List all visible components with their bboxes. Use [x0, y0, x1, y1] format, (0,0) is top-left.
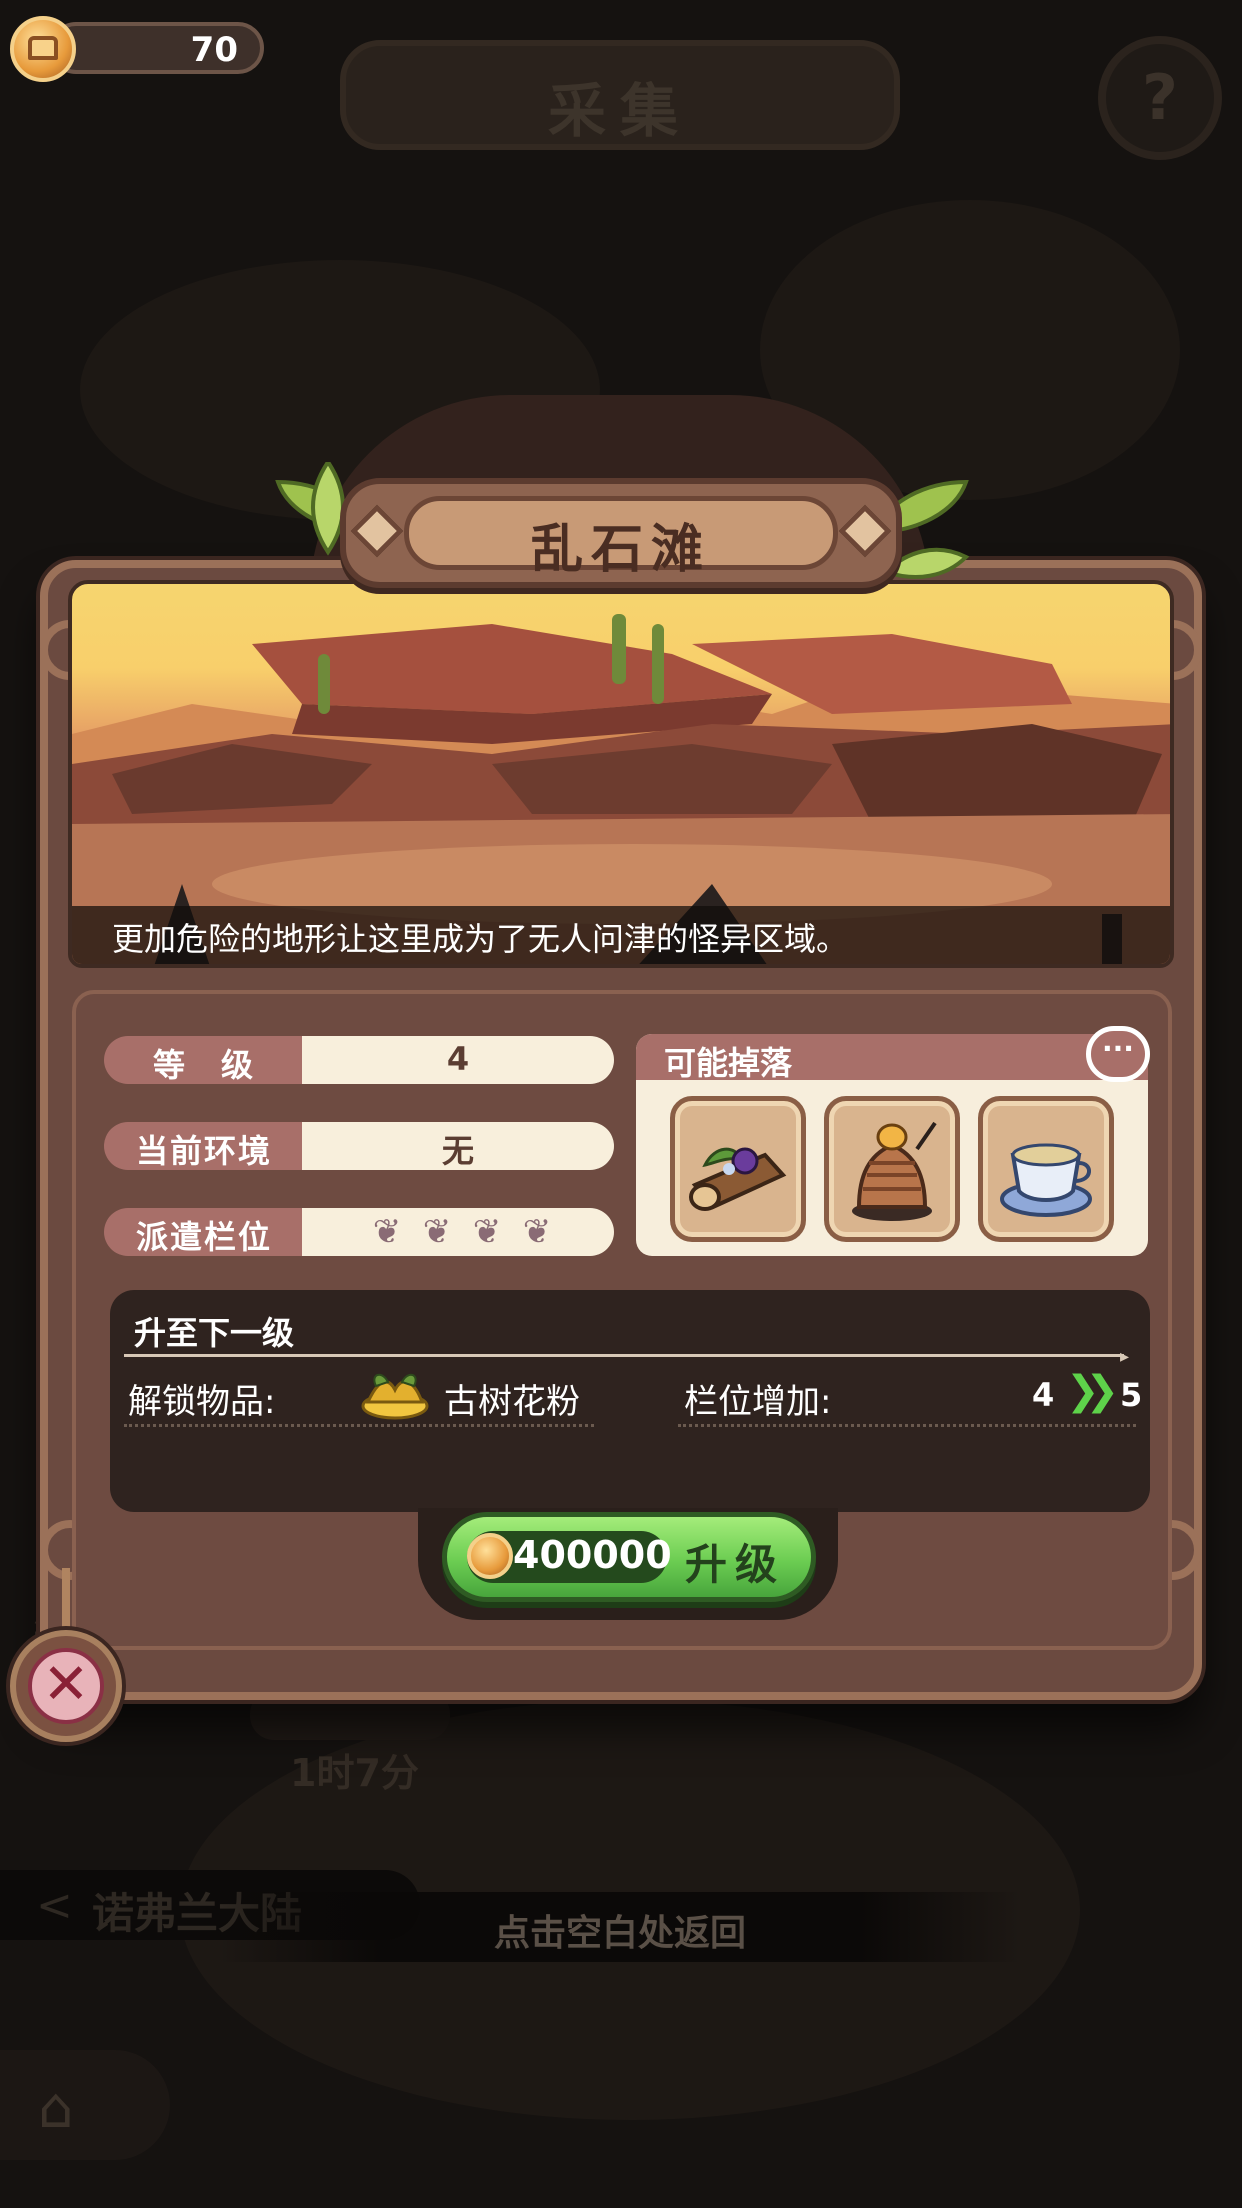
diamond-icon: [838, 504, 892, 558]
wing-icon: ❦: [522, 1212, 552, 1252]
bg-home-icon: ⌂: [38, 2076, 74, 2141]
coin-icon: [467, 1533, 513, 1579]
currency-bar: 70: [50, 22, 264, 74]
stat-value: 无: [441, 1132, 474, 1170]
location-illustration: 更加危险的地形让这里成为了无人问津的怪异区域。: [68, 580, 1174, 968]
possible-drops-box: 可能掉落: [636, 1034, 1148, 1256]
bg-timer: 1时7分: [290, 1751, 419, 1795]
possible-drops-title: 可能掉落: [664, 1044, 793, 1082]
slot-to-value: 5: [1120, 1376, 1143, 1414]
upgrade-cost: 400000: [467, 1531, 672, 1583]
currency-value: 70: [190, 30, 238, 70]
bg-screen-title: 采集: [547, 77, 692, 145]
coin-icon: [10, 16, 76, 82]
stat-label: 派遣栏位: [135, 1218, 272, 1256]
stat-value: 4: [446, 1040, 470, 1078]
divider: [124, 1354, 1124, 1357]
close-icon: ✕: [28, 1648, 104, 1724]
wing-icon: ❦: [472, 1212, 502, 1252]
drop-item[interactable]: [824, 1096, 960, 1242]
location-title: 乱石滩: [530, 520, 711, 580]
upgrade-cost-value: 400000: [513, 1533, 672, 1577]
location-description: 更加危险的地形让这里成为了无人问津的怪异区域。: [112, 920, 849, 958]
bg-title-plate: 采集: [340, 40, 900, 150]
stat-row-environment: 当前环境 无: [104, 1122, 614, 1170]
unlock-item-name: 古树花粉: [444, 1382, 580, 1422]
log-with-berries-icon: [689, 1147, 787, 1211]
upgrade-title: 升至下一级: [134, 1314, 295, 1352]
upgrade-button[interactable]: 400000 升级: [442, 1512, 816, 1602]
stat-label: 等 级: [152, 1046, 255, 1084]
ancient-tree-pollen-icon[interactable]: [358, 1366, 432, 1422]
dotted-divider: [678, 1424, 1136, 1427]
dismiss-hint: 点击空白处返回: [493, 1913, 746, 1954]
description-bar: 更加危险的地形让这里成为了无人问津的怪异区域。: [72, 906, 1170, 964]
slot-from-value: 4: [1032, 1376, 1055, 1414]
tea-cup-icon: [1000, 1143, 1092, 1217]
diamond-icon: [350, 504, 404, 558]
drop-item[interactable]: [978, 1096, 1114, 1242]
divider-arrow-icon: ▸: [1120, 1346, 1130, 1367]
unlock-items-label: 解锁物品:: [128, 1382, 276, 1422]
bg-home-button: [0, 2050, 170, 2160]
stat-label: 当前环境: [135, 1132, 272, 1170]
bg-back-arrow-icon: <: [36, 1880, 73, 1931]
slot-increase-label: 栏位增加:: [684, 1382, 832, 1422]
chestnut-cake-icon: [852, 1121, 937, 1221]
dotted-divider: [124, 1424, 594, 1427]
upgrade-info-box: 升至下一级 ▸ 解锁物品: 古树花粉 栏位增加: 4 ❯❯ 5: [110, 1290, 1150, 1512]
close-rope: [62, 1568, 70, 1638]
double-chevron-right-icon: ❯❯: [1066, 1368, 1119, 1414]
close-button[interactable]: ✕: [10, 1630, 122, 1742]
dispatch-slot-icons: ❦ ❦ ❦ ❦: [366, 1214, 558, 1250]
drop-item[interactable]: [670, 1096, 806, 1242]
more-drops-button[interactable]: ···: [1086, 1026, 1150, 1082]
location-title-plate: 乱石滩: [340, 478, 902, 588]
wing-icon: ❦: [422, 1212, 452, 1252]
dismiss-hint-bar[interactable]: 点击空白处返回: [220, 1892, 1020, 1962]
stat-row-dispatch-slots: 派遣栏位 ❦ ❦ ❦ ❦: [104, 1208, 614, 1256]
upgrade-button-label: 升级: [685, 1540, 786, 1589]
stat-row-level: 等 级 4: [104, 1036, 614, 1084]
bg-help-icon: ?: [1098, 36, 1222, 160]
currency-display: 70: [10, 16, 266, 82]
wing-icon: ❦: [372, 1212, 402, 1252]
